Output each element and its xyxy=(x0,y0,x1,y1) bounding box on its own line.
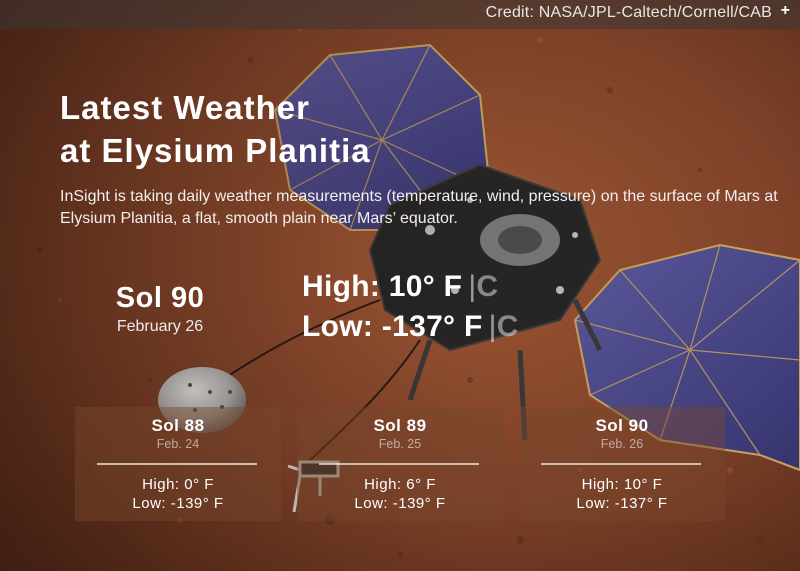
card-date: Feb. 24 xyxy=(156,437,200,451)
card-high-temp: High: 10° F xyxy=(581,476,663,493)
credit-expand-button[interactable]: + xyxy=(781,2,790,20)
card-low-temp: Low: -137° F xyxy=(576,495,668,512)
card-sol: Sol 89 xyxy=(373,416,427,435)
sol-card-90[interactable]: Sol 90 Feb. 26 High: 10° F Low: -137° F xyxy=(519,407,725,521)
page-description: InSight is taking daily weather measurem… xyxy=(60,188,778,227)
high-temp-value: High: 10° F xyxy=(302,270,463,303)
card-sol: Sol 88 xyxy=(151,416,205,435)
low-temp-value: Low: -137° F xyxy=(302,310,483,343)
card-high-temp: High: 0° F xyxy=(142,476,214,493)
current-date: February 26 xyxy=(116,318,204,335)
card-low-temp: Low: -139° F xyxy=(354,495,446,512)
current-sol: Sol 90 xyxy=(115,282,205,314)
sol-card-89[interactable]: Sol 89 Feb. 25 High: 6° F Low: -139° F xyxy=(297,407,503,521)
card-sol: Sol 90 xyxy=(595,416,649,435)
celsius-toggle[interactable]: C xyxy=(476,270,498,303)
card-low-temp: Low: -139° F xyxy=(132,495,224,512)
card-date: Feb. 25 xyxy=(378,437,422,451)
celsius-toggle[interactable]: C xyxy=(497,310,519,343)
card-divider xyxy=(97,463,257,465)
card-divider xyxy=(319,463,479,465)
card-date: Feb. 26 xyxy=(600,437,644,451)
card-divider xyxy=(541,463,701,465)
unit-separator: | xyxy=(488,310,497,343)
sol-card-88[interactable]: Sol 88 Feb. 24 High: 0° F Low: -139° F xyxy=(75,407,281,521)
image-credit: Credit: NASA/JPL-Caltech/Cornell/CAB xyxy=(485,4,772,21)
page-title: Latest Weather at Elysium Planitia xyxy=(60,89,371,169)
card-high-temp: High: 6° F xyxy=(364,476,436,493)
current-high-temp: High: 10° F |C xyxy=(302,270,498,304)
current-low-temp: Low: -137° F |C xyxy=(302,310,519,344)
